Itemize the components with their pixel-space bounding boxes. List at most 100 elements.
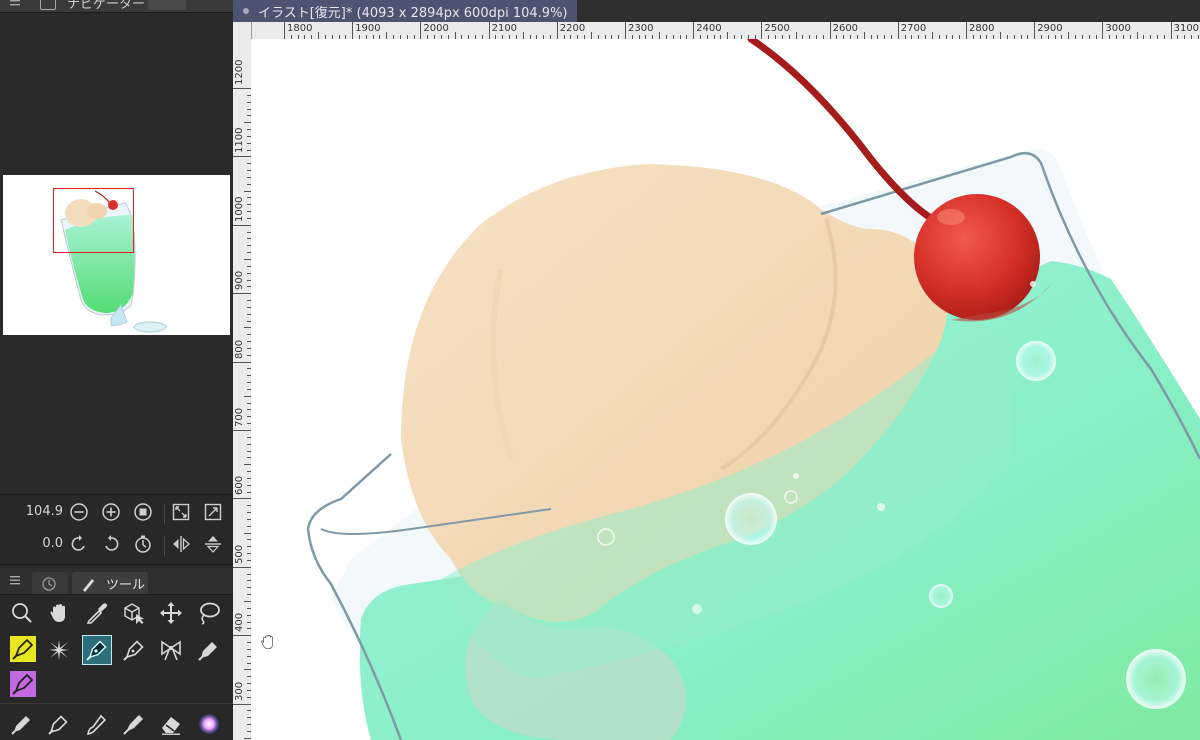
fit-window-icon[interactable] — [170, 501, 192, 523]
document-tab-bar: イラスト[復元]* (4093 x 2894px 600dpi 104.9%) — [233, 0, 1200, 22]
pen-selected-icon[interactable] — [82, 635, 112, 665]
ruler-major-tick — [761, 22, 763, 39]
flip-vertical-icon[interactable] — [202, 533, 224, 555]
vertical-ruler: 1200 1100 1000 900 800 700 600 500 400 300 — [233, 22, 252, 740]
history-icon — [42, 577, 56, 591]
tool-tab-label: ツール — [106, 577, 146, 593]
ruler-minor-tick — [244, 669, 251, 671]
ruler-label: 800 — [234, 339, 245, 359]
ruler-minor-tick — [795, 32, 797, 39]
ruler-major-tick — [420, 22, 422, 39]
lasso-icon[interactable] — [195, 599, 223, 627]
ruler-major-tick — [233, 566, 251, 568]
eyedropper-icon[interactable] — [83, 599, 111, 627]
marker-icon[interactable] — [195, 636, 223, 664]
eraser-icon[interactable] — [157, 710, 185, 738]
reset-rotation-icon[interactable] — [132, 533, 154, 555]
ruler-label: 2800 — [969, 23, 995, 34]
tool-panel-header: ツール — [0, 568, 233, 595]
brush-tab-icon — [83, 579, 94, 592]
ruler-label: 400 — [234, 613, 245, 633]
ruler-label: 2300 — [628, 23, 654, 34]
ruler-minor-tick — [1068, 32, 1070, 39]
flip-horizontal-icon[interactable] — [170, 533, 192, 555]
ruler-major-tick — [1102, 22, 1104, 39]
pen-yellow-icon[interactable] — [10, 636, 36, 662]
move-icon[interactable] — [157, 599, 185, 627]
ruler-label: 500 — [234, 544, 245, 564]
ink-pen-icon[interactable] — [120, 636, 148, 664]
pen-purple-icon[interactable] — [10, 671, 36, 697]
ruler-label: 1200 — [234, 59, 245, 85]
separator — [164, 536, 165, 556]
tab-tool[interactable]: ツール — [72, 572, 148, 594]
divider — [0, 494, 233, 495]
ruler-minor-tick — [659, 32, 661, 39]
document-tab[interactable]: イラスト[復元]* (4093 x 2894px 600dpi 104.9%) — [233, 0, 577, 22]
sparkle-icon[interactable] — [45, 636, 73, 664]
color-blend-icon[interactable] — [195, 710, 223, 738]
airbrush-icon[interactable] — [120, 710, 148, 738]
ruler-major-tick — [233, 156, 251, 158]
ruler-major-tick — [693, 22, 695, 39]
ruler-label: 300 — [234, 681, 245, 701]
hand-icon[interactable] — [45, 599, 73, 627]
ruler-minor-tick — [454, 32, 456, 39]
ruler-minor-tick — [1136, 32, 1138, 39]
navigator-icon[interactable] — [40, 0, 56, 10]
ruler-label: 2500 — [764, 23, 790, 34]
ruler-minor-tick — [244, 327, 251, 329]
ruler-label: 600 — [234, 476, 245, 496]
ruler-major-tick — [897, 22, 899, 39]
ruler-minor-tick — [244, 395, 251, 397]
ruler-label: 2100 — [491, 23, 518, 34]
ruler-minor-tick — [727, 32, 729, 39]
ruler-label: 2000 — [423, 23, 449, 34]
close-dot-icon[interactable] — [243, 8, 249, 14]
ruler-major-tick — [966, 22, 967, 39]
ruler-major-tick — [556, 22, 558, 39]
ruler-minor-tick — [386, 32, 388, 39]
zoom-out-icon[interactable] — [68, 501, 90, 523]
separator — [164, 504, 165, 524]
fountain-pen-icon[interactable] — [45, 710, 73, 738]
ruler-major-tick — [1034, 22, 1036, 39]
ruler-major-tick — [284, 22, 285, 39]
document-title: イラスト[復元]* (4093 x 2894px 600dpi 104.9%) — [258, 5, 568, 21]
ruler-minor-tick — [863, 32, 865, 39]
zoom-in-icon[interactable] — [100, 501, 122, 523]
ruler-minor-tick — [1000, 32, 1002, 39]
ruler-label: 2400 — [696, 23, 722, 34]
decorate-bow-icon[interactable] — [157, 636, 185, 664]
rotate-right-icon[interactable] — [100, 533, 122, 555]
sub-tool-tab[interactable] — [32, 572, 68, 594]
ruler-minor-tick — [244, 190, 251, 192]
divider — [0, 703, 233, 704]
panel-toggle-button[interactable] — [148, 0, 186, 10]
hand-cursor-icon — [261, 634, 273, 650]
panel-menu-icon[interactable] — [10, 575, 20, 585]
ruler-minor-tick — [244, 601, 251, 602]
navigator-view-rectangle[interactable] — [53, 188, 134, 253]
pencil-icon[interactable] — [8, 710, 36, 738]
ruler-major-tick — [1170, 22, 1172, 39]
ruler-minor-tick — [244, 259, 251, 260]
ruler-major-tick — [488, 22, 490, 39]
brush-icon[interactable] — [83, 710, 111, 738]
ruler-major-tick — [625, 22, 626, 39]
ruler-minor-tick — [244, 464, 251, 466]
ruler-minor-tick — [590, 32, 592, 39]
rotate-left-icon[interactable] — [68, 533, 90, 555]
3d-operation-icon[interactable] — [120, 599, 148, 627]
panel-menu-icon[interactable] — [10, 0, 20, 8]
zoom-icon[interactable] — [8, 599, 36, 627]
ruler-major-tick — [233, 430, 251, 431]
stop-icon[interactable] — [132, 501, 154, 523]
actual-size-icon[interactable] — [202, 501, 224, 523]
ruler-major-tick — [233, 293, 251, 295]
zoom-control-row: 104.9 — [0, 498, 233, 528]
ruler-minor-tick — [522, 32, 524, 39]
rotate-control-row: 0.0 — [0, 530, 233, 560]
drawing-canvas[interactable] — [251, 39, 1200, 740]
ruler-label: 1000 — [234, 196, 245, 222]
